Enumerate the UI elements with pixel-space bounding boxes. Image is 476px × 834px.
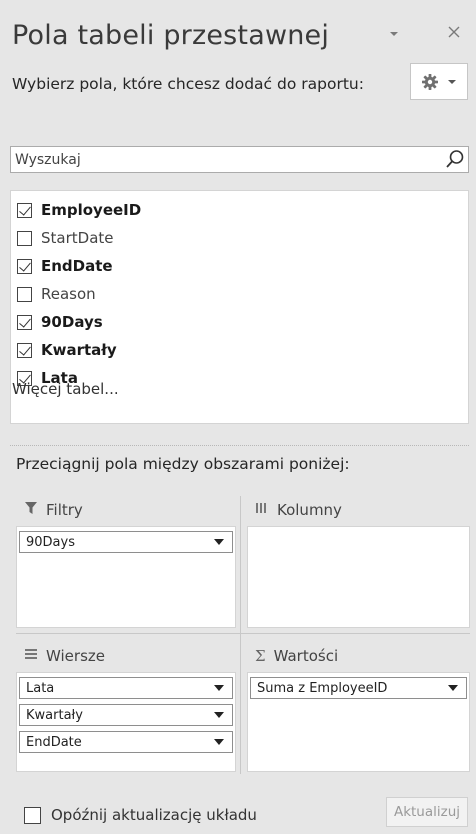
columns-label: Kolumny xyxy=(277,501,342,519)
field-label: 90Days xyxy=(41,313,103,331)
value-pill-suma-employeeid[interactable]: Suma z EmployeeID xyxy=(250,677,467,699)
chevron-down-icon xyxy=(214,539,224,545)
filters-area-title: Filtry xyxy=(24,501,83,519)
chevron-down-icon xyxy=(448,685,458,691)
sigma-icon: Σ xyxy=(255,647,266,665)
filter-pill-90days[interactable]: 90Days xyxy=(19,531,233,553)
checkbox[interactable] xyxy=(17,286,32,302)
columns-icon xyxy=(255,501,269,519)
field-label: EndDate xyxy=(41,257,113,275)
checkbox[interactable] xyxy=(17,314,32,330)
field-label: Kwartały xyxy=(41,341,117,359)
gear-icon xyxy=(421,73,439,91)
values-area-title: Σ Wartości xyxy=(255,647,338,665)
pill-label: Kwartały xyxy=(26,707,83,723)
area-divider-horizontal xyxy=(16,633,470,634)
areas-hint: Przeciągnij pola między obszarami poniże… xyxy=(16,455,350,473)
panel-subtitle: Wybierz pola, które chcesz dodać do rapo… xyxy=(12,75,364,93)
pill-label: Lata xyxy=(26,680,55,696)
field-label: Reason xyxy=(41,285,96,303)
field-item-enddate[interactable]: EndDate xyxy=(17,255,113,277)
chevron-down-icon xyxy=(214,685,224,691)
checkbox[interactable] xyxy=(17,202,32,218)
chevron-down-icon[interactable] xyxy=(384,24,404,44)
field-item-90days[interactable]: 90Days xyxy=(17,311,103,333)
values-label: Wartości xyxy=(273,647,339,665)
field-item-employeeid[interactable]: EmployeeID xyxy=(17,199,141,221)
rows-label: Wiersze xyxy=(46,647,105,665)
defer-update-label: Opóźnij aktualizację układu xyxy=(51,806,257,824)
checkbox[interactable] xyxy=(17,230,32,246)
search-input[interactable] xyxy=(11,147,431,172)
divider xyxy=(10,445,469,446)
checkbox[interactable] xyxy=(17,342,32,358)
checkbox[interactable] xyxy=(24,806,41,824)
row-pill-lata[interactable]: Lata xyxy=(19,677,233,699)
pill-label: EndDate xyxy=(26,734,82,750)
row-pill-enddate[interactable]: EndDate xyxy=(19,731,233,753)
field-item-reason[interactable]: Reason xyxy=(17,283,96,305)
chevron-down-icon xyxy=(447,77,457,87)
checkbox[interactable] xyxy=(17,258,32,274)
update-button[interactable]: Aktualizuj xyxy=(386,797,468,827)
field-item-startdate[interactable]: StartDate xyxy=(17,227,114,249)
area-divider-vertical xyxy=(240,496,241,774)
tools-button[interactable] xyxy=(410,63,468,100)
close-icon[interactable] xyxy=(444,22,464,42)
field-label: EmployeeID xyxy=(41,201,142,219)
columns-drop-zone[interactable] xyxy=(247,526,470,628)
defer-update-checkbox[interactable]: Opóźnij aktualizację układu xyxy=(24,806,257,824)
panel-title: Pola tabeli przestawnej xyxy=(12,20,330,51)
more-tables-link[interactable]: Więcej tabel... xyxy=(12,380,119,398)
filters-label: Filtry xyxy=(46,501,83,519)
field-label: StartDate xyxy=(41,229,114,247)
filter-icon xyxy=(24,501,38,519)
search-icon[interactable] xyxy=(445,149,465,173)
row-pill-kwartaly[interactable]: Kwartały xyxy=(19,704,233,726)
pill-label: Suma z EmployeeID xyxy=(257,680,388,696)
chevron-down-icon xyxy=(214,712,224,718)
rows-area-title: Wiersze xyxy=(24,647,105,665)
rows-icon xyxy=(24,647,38,665)
chevron-down-icon xyxy=(214,739,224,745)
pill-label: 90Days xyxy=(26,534,75,550)
columns-area-title: Kolumny xyxy=(255,501,342,519)
field-item-kwartaly[interactable]: Kwartały xyxy=(17,339,117,361)
search-box xyxy=(10,146,469,173)
